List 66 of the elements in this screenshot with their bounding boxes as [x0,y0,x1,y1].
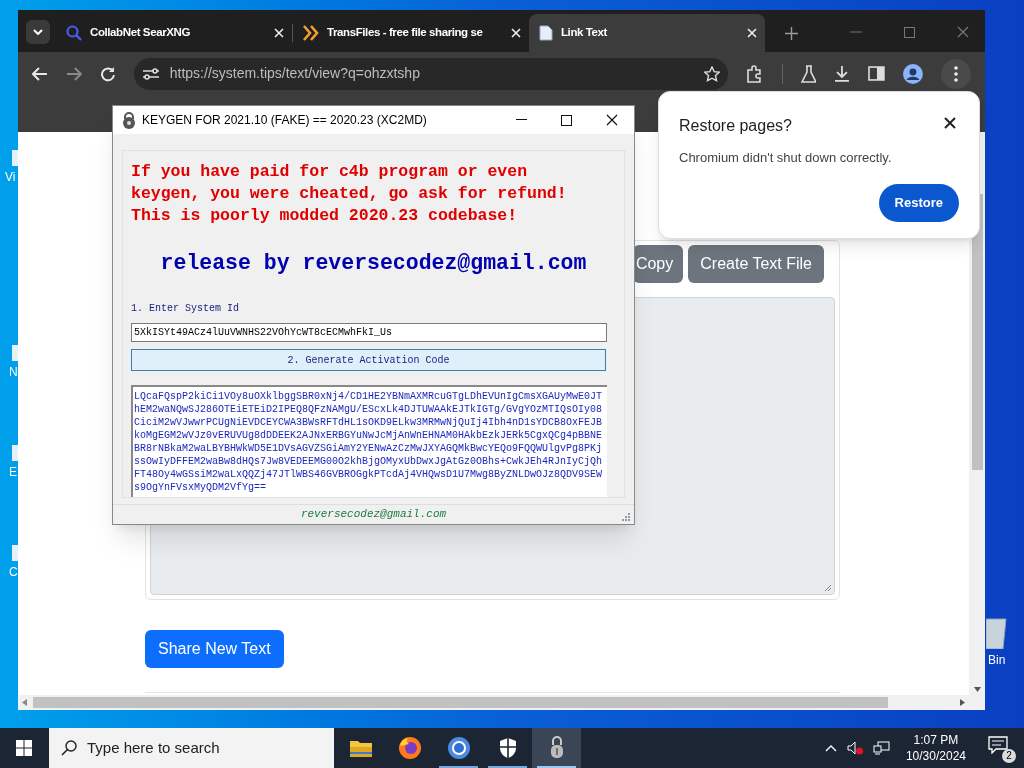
warning-text: If you have paid for c4b program or even keygen, you were cheated, go ask for refund! This is poorly modded 2020.23 codebase! [131,161,568,227]
flask-icon[interactable] [800,64,817,83]
bookmark-star-icon[interactable] [703,65,720,82]
site-info-icon[interactable] [141,66,160,81]
chromium-icon [446,736,471,760]
close-icon[interactable] [944,117,956,129]
extensions-icon[interactable] [745,64,764,83]
notification-icon [988,736,1008,754]
resize-grip-icon [824,584,832,592]
padlock-icon [121,111,137,129]
activation-code: LQcaFQspP2kiCi1VOy8uOXklbggSBR0xNj4/CD1HE2YBNmAXMRcuGTgLDhEVUnIgCmsXGAUyMwE0JT hEM2waNQwSJ286OTEiETEiD2IPEQ8QFzNAMgU/EScxLk4DJTUWAAkEJTkIGTg/GVgYOzMTIQsOIy08 CiciM2wVJwwrPCUgNiEVDCEYCWA3BWsRFTdHL1sOKD9ELkw3MRMwNjQuIj4Ibh4nD1sYDCB8OxFEJB koMgEGM2wVJz0vERUVUg8dDDEEK2AJNxERBGYuNwJcMjAnWnEHNAM0HAkbEzkJERk5CgxQCg4pBBNE BR8rNBkaM2waLBYBHWkWD5E1DVsAGVZSGiAmY2YENwAzCzMwJXYAGQMkBwcYEQo9FQQWUlgvPg8PKj ssOwIyDFFEM2waBw8dHQs7Jw8VEDEEMG00O2khBjgOMyxUbDwxJgAtGz0OBhs+CwkJEh4RJnIyCjQh FT48Oy4wGSsiM2waLxQQZj47JTlWBS46GVBROGgkPTcdAj4VHQwsD1U7Mwg8ByZNLDwOJz8QDV9SEW s9OgYnFVsxMyQDM2VfYg== [134,390,604,495]
taskbar-search-field[interactable]: Type here to search [49,728,334,768]
popup-message: Chromium didn't shut down correctly. [679,149,893,167]
window-title: KEYGEN FOR 2021.10 (FAKE) == 2020.23 (XC2MD) [142,112,427,129]
chevron-up-icon[interactable] [824,744,837,752]
firefox-icon [397,736,422,760]
popup-title: Restore pages? [679,116,792,136]
new-tab-icon[interactable] [785,27,798,40]
notification-count: 2 [1002,749,1016,763]
generate-button[interactable]: 2. Generate Activation Code [131,349,606,372]
side-panel-icon[interactable] [868,66,886,81]
tab-title: TransFiles - free file sharing se [327,25,484,41]
share-new-text-button[interactable]: Share New Text [145,630,284,668]
scroll-left-icon[interactable] [22,699,27,706]
forward-icon[interactable] [65,66,82,81]
field-label: 1. Enter System Id [131,303,240,315]
menu-icon [954,65,959,82]
reload-icon[interactable] [99,65,116,82]
search-placeholder: Type here to search [87,737,220,758]
muted-speaker-icon[interactable] [846,741,863,755]
shield-icon [498,737,517,759]
browser-tab[interactable]: Link Text [529,14,765,52]
tab-title: Link Text [561,25,609,41]
scroll-down-icon[interactable] [973,687,981,692]
chevron-down-icon [33,29,43,35]
system-id-field[interactable]: 5XkISYt49ACz4lUuVWNHS22VOhYcWT8cECMwhFkI_Us [131,323,607,343]
horizontal-scrollbar[interactable] [18,695,969,710]
maximize-icon[interactable] [561,114,572,126]
minimize-icon[interactable] [516,119,527,121]
folder-icon [348,738,373,758]
download-icon[interactable] [834,64,851,83]
clock-time[interactable]: 1:07 PM [913,732,959,748]
clock-date[interactable]: 10/30/2024 [905,748,966,764]
double-chevron-icon [303,25,319,41]
document-icon [539,25,553,41]
resize-grip-icon [621,512,630,521]
network-icon[interactable] [872,741,890,755]
release-heading: release by reversecodez@gmail.com [160,251,587,275]
close-icon[interactable] [606,114,618,126]
create-text-file-button[interactable]: Create Text File [688,245,824,283]
tab-title: CollabNet SearXNG [90,25,191,41]
url-text: https://system.tips/text/view?q=ohzxtshp [169,64,420,83]
windows-start-icon[interactable] [16,740,32,756]
menu-button[interactable] [941,58,972,89]
search-icon [66,25,82,41]
address-bar[interactable]: https://system.tips/text/view?q=ohzxtshp [133,57,728,90]
search-icon [61,740,77,756]
status-text: reversecodez@gmail.com [300,507,447,523]
desktop-icon-label[interactable]: Bin [988,651,1006,669]
profile-icon[interactable] [903,63,924,84]
padlock-icon [548,736,565,760]
back-icon[interactable] [32,66,48,81]
scroll-right-icon[interactable] [960,699,965,706]
restore-button[interactable]: Restore [878,183,959,222]
tab-search-button[interactable] [26,20,50,44]
copy-button[interactable]: Copy [632,245,684,283]
